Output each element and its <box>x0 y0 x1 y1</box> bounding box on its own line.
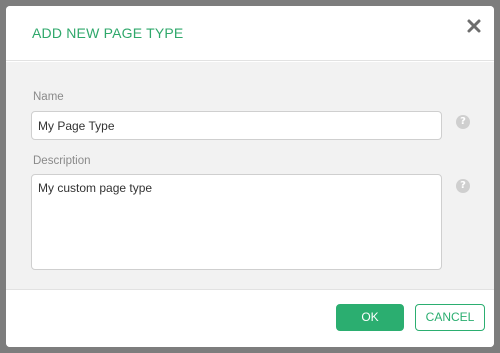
name-label: Name <box>33 91 64 103</box>
add-page-type-dialog: ADD NEW PAGE TYPE Name ? Description My … <box>6 6 494 347</box>
cancel-button[interactable]: CANCEL <box>415 304 485 331</box>
dialog-footer: OK CANCEL <box>6 289 494 347</box>
description-help-icon[interactable]: ? <box>456 179 470 193</box>
description-textarea[interactable]: My custom page type <box>31 174 442 270</box>
description-label: Description <box>33 155 91 167</box>
ok-button[interactable]: OK <box>336 304 404 331</box>
dialog-body: Name ? Description My custom page type ? <box>6 62 494 289</box>
dialog-header: ADD NEW PAGE TYPE <box>6 6 494 61</box>
dialog-title: ADD NEW PAGE TYPE <box>32 25 184 41</box>
close-button[interactable] <box>464 16 484 36</box>
name-help-icon[interactable]: ? <box>456 115 470 129</box>
close-icon <box>467 19 481 33</box>
name-input[interactable] <box>31 111 442 140</box>
